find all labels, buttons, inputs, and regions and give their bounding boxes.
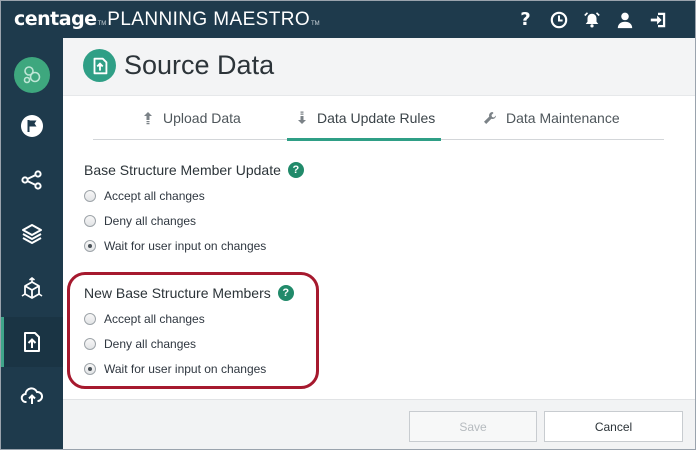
tab-data-maintenance[interactable]: Data Maintenance xyxy=(483,96,620,140)
share-icon xyxy=(21,170,42,190)
radio-label: Wait for user input on changes xyxy=(104,238,267,253)
cube-icon xyxy=(21,277,43,299)
base-structure-member-update-section: Base Structure Member Update ? Accept al… xyxy=(84,160,304,258)
save-button[interactable]: Save xyxy=(409,411,537,442)
upload-arrow-icon xyxy=(144,112,152,125)
tab-data-update-rules[interactable]: Data Update Rules xyxy=(286,96,442,141)
radio-wait-for-user-input[interactable]: Wait for user input on changes xyxy=(84,233,304,258)
sign-out-icon[interactable] xyxy=(648,10,667,29)
alarm-bell-icon[interactable] xyxy=(582,10,601,29)
radio-button[interactable] xyxy=(84,337,96,350)
help-icon[interactable]: ? xyxy=(287,162,304,178)
source-data-icon xyxy=(83,49,116,82)
tab-bar: Upload Data Data Update Rules Data Maint… xyxy=(93,96,664,141)
radio-button[interactable] xyxy=(84,189,96,202)
tab-label: Data Maintenance xyxy=(506,110,620,126)
wrench-icon xyxy=(484,112,496,124)
radio-button[interactable] xyxy=(84,214,96,227)
page-header: Source Data xyxy=(63,38,695,96)
upload-file-icon xyxy=(24,332,40,352)
radio-deny-all-changes[interactable]: Deny all changes xyxy=(84,208,304,233)
sidebar xyxy=(1,38,63,449)
radio-label: Accept all changes xyxy=(104,188,205,203)
clock-icon[interactable] xyxy=(549,10,568,29)
brand-trademark: TM xyxy=(97,21,107,27)
radio-label: Wait for user input on changes xyxy=(104,361,267,376)
top-bar: centage TM PLANNING MAESTRO TM ? xyxy=(1,1,695,38)
cancel-button[interactable]: Cancel xyxy=(544,411,683,442)
new-base-structure-members-section: New Base Structure Members ? Accept all … xyxy=(84,283,294,381)
top-icon-group: ? xyxy=(516,1,667,38)
tab-upload-data[interactable]: Upload Data xyxy=(142,96,241,140)
help-icon[interactable]: ? xyxy=(277,285,294,301)
footer-bar: Save Cancel xyxy=(63,399,695,449)
radio-label: Deny all changes xyxy=(104,336,197,351)
flag-icon xyxy=(21,115,43,137)
cloud-upload-icon xyxy=(20,387,44,404)
layers-icon xyxy=(22,224,42,244)
product-trademark: TM xyxy=(311,21,320,27)
sidebar-item-source-data[interactable] xyxy=(1,317,63,367)
radio-button-selected[interactable] xyxy=(84,362,96,375)
help-glyph: ? xyxy=(520,9,531,30)
sidebar-item-models[interactable] xyxy=(1,264,63,314)
product-name: PLANNING MAESTRO xyxy=(107,9,311,30)
radio-wait-for-user-input[interactable]: Wait for user input on changes xyxy=(84,356,294,381)
radio-label: Deny all changes xyxy=(104,213,197,228)
sidebar-item-cloud[interactable] xyxy=(1,371,63,421)
help-icon[interactable]: ? xyxy=(516,9,535,30)
section-title-text: New Base Structure Members xyxy=(84,285,271,301)
user-icon[interactable] xyxy=(615,10,634,29)
brand-name: centage xyxy=(14,8,97,30)
brand-logo: centage TM PLANNING MAESTRO TM xyxy=(14,8,321,31)
page-title: Source Data xyxy=(124,50,275,80)
sidebar-item-layers[interactable] xyxy=(1,209,63,259)
radio-label: Accept all changes xyxy=(104,311,205,326)
sidebar-item-goals[interactable] xyxy=(1,101,63,151)
radio-accept-all-changes[interactable]: Accept all changes xyxy=(84,306,294,331)
sidebar-item-workflow[interactable] xyxy=(1,155,63,205)
tab-label: Data Update Rules xyxy=(317,110,436,126)
section-title-text: Base Structure Member Update xyxy=(84,162,281,178)
radio-deny-all-changes[interactable]: Deny all changes xyxy=(84,331,294,356)
section-title: New Base Structure Members ? xyxy=(84,283,294,303)
sidebar-item-dashboard[interactable] xyxy=(1,50,63,100)
main-content: Source Data Upload Data Data Update Rule… xyxy=(63,38,695,449)
radio-button-selected[interactable] xyxy=(84,239,96,252)
radio-button[interactable] xyxy=(84,312,96,325)
download-arrow-icon xyxy=(298,111,306,124)
tab-label: Upload Data xyxy=(163,110,241,126)
dashboard-logo-icon xyxy=(14,57,50,93)
radio-accept-all-changes[interactable]: Accept all changes xyxy=(84,183,304,208)
section-title: Base Structure Member Update ? xyxy=(84,160,304,180)
